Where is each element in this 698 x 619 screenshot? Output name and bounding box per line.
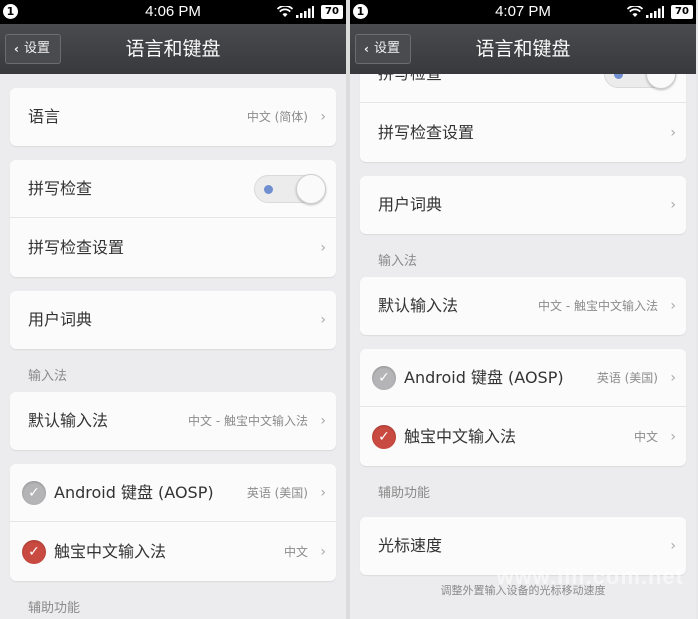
ime-aosp-row[interactable]: ✓ Android 键盘 (AOSP) 英语 (美国) ›: [360, 349, 686, 407]
default-ime-card: 默认输入法 中文 - 触宝中文输入法 ›: [10, 392, 336, 450]
spell-card: 拼写检查 拼写检查设置 ›: [360, 74, 686, 162]
user-dict-card: 用户词典 ›: [10, 291, 336, 349]
ime-list-card: ✓ Android 键盘 (AOSP) 英语 (美国) › ✓ 触宝中文输入法 …: [10, 464, 336, 581]
ime-chubao-row[interactable]: ✓ 触宝中文输入法 中文 ›: [10, 523, 336, 581]
spell-settings-label: 拼写检查设置: [28, 238, 125, 257]
spell-card: 拼写检查 拼写检查设置 ›: [10, 160, 336, 277]
chevron-right-icon: ›: [670, 125, 676, 141]
spell-check-label: 拼写检查: [378, 74, 442, 103]
signal-icon: [646, 6, 664, 18]
spell-check-toggle[interactable]: [254, 174, 326, 204]
checkmark-icon[interactable]: ✓: [372, 366, 396, 390]
ime-chubao-value: 中文: [283, 545, 308, 559]
chevron-right-icon: ›: [320, 413, 326, 429]
chevron-right-icon: ›: [320, 485, 326, 501]
status-time: 4:07 PM: [495, 3, 551, 20]
chevron-right-icon: ›: [670, 197, 676, 213]
default-ime-card: 默认输入法 中文 - 触宝中文输入法 ›: [360, 277, 686, 335]
wifi-icon: [277, 6, 293, 17]
spell-check-toggle[interactable]: [604, 74, 676, 89]
spell-settings-row[interactable]: 拼写检查设置 ›: [10, 219, 336, 277]
page-title: 语言和键盘: [475, 38, 571, 60]
chevron-right-icon: ›: [320, 240, 326, 256]
default-ime-value: 中文 - 触宝中文输入法: [538, 299, 658, 313]
ime-section-header: 输入法: [28, 369, 68, 384]
ime-aosp-row[interactable]: ✓ Android 键盘 (AOSP) 英语 (美国) ›: [10, 464, 336, 522]
wifi-icon: [627, 6, 643, 17]
chevron-right-icon: ›: [320, 312, 326, 328]
toggle-knob: [296, 174, 326, 204]
language-label: 语言: [28, 107, 61, 126]
default-ime-value: 中文 - 触宝中文输入法: [188, 414, 308, 428]
ime-section-header: 输入法: [378, 254, 418, 269]
default-ime-row[interactable]: 默认输入法 中文 - 触宝中文输入法 ›: [10, 392, 336, 450]
signal-icon: [296, 6, 314, 18]
user-dict-row[interactable]: 用户词典 ›: [10, 291, 336, 349]
toggle-indicator: [264, 185, 273, 194]
default-ime-row[interactable]: 默认输入法 中文 - 触宝中文输入法 ›: [360, 277, 686, 335]
spell-settings-label: 拼写检查设置: [378, 123, 475, 142]
status-bar: 1 4:07 PM 70: [350, 0, 696, 24]
ime-aosp-value: 英语 (美国): [596, 371, 658, 385]
language-value: 中文 (简体): [246, 110, 308, 124]
chevron-right-icon: ›: [670, 298, 676, 314]
screen-right: 1 4:07 PM 70 ‹ 设置 语言和键盘 拼写检查设置 › 用户词典 › …: [350, 0, 696, 619]
settings-list[interactable]: 拼写检查 拼写检查设置 › 用户词典 › 输入法: [350, 74, 696, 619]
checkmark-icon[interactable]: ✓: [22, 481, 46, 505]
title-bar: ‹ 设置 语言和键盘: [350, 24, 696, 74]
user-dict-card: 用户词典 ›: [360, 176, 686, 234]
spell-check-row[interactable]: 拼写检查: [10, 160, 336, 218]
chevron-right-icon: ›: [670, 429, 676, 445]
battery-icon: 70: [671, 5, 693, 19]
chevron-right-icon: ›: [670, 370, 676, 386]
ime-aosp-label: Android 键盘 (AOSP): [54, 483, 214, 502]
language-row[interactable]: 语言 中文 (简体) ›: [10, 88, 336, 146]
ime-aosp-label: Android 键盘 (AOSP): [404, 368, 564, 387]
default-ime-label: 默认输入法: [28, 411, 109, 430]
user-dict-label: 用户词典: [28, 310, 93, 329]
accessibility-section-header: 辅助功能: [378, 486, 431, 501]
battery-icon: 70: [321, 5, 343, 19]
default-ime-label: 默认输入法: [378, 296, 459, 315]
checkmark-icon[interactable]: ✓: [22, 540, 46, 564]
ime-aosp-value: 英语 (美国): [246, 486, 308, 500]
checkmark-icon[interactable]: ✓: [372, 425, 396, 449]
title-bar: ‹ 设置 语言和键盘: [0, 24, 346, 74]
cursor-speed-label: 光标速度: [378, 536, 443, 555]
accessibility-section-header: 辅助功能: [28, 601, 81, 616]
chevron-right-icon: ›: [320, 109, 326, 125]
ime-chubao-label: 触宝中文输入法: [404, 427, 517, 446]
spell-check-row[interactable]: 拼写检查: [360, 74, 686, 103]
status-bar: 1 4:06 PM 70: [0, 0, 346, 24]
chevron-right-icon: ›: [320, 544, 326, 560]
toggle-indicator: [614, 74, 623, 79]
watermark: www.iiii.com.net: [496, 564, 684, 589]
spell-check-label: 拼写检查: [28, 179, 93, 198]
user-dict-label: 用户词典: [378, 195, 443, 214]
spell-settings-row[interactable]: 拼写检查设置 ›: [360, 104, 686, 162]
ime-chubao-value: 中文: [633, 430, 658, 444]
ime-chubao-label: 触宝中文输入法: [54, 542, 167, 561]
ime-chubao-row[interactable]: ✓ 触宝中文输入法 中文 ›: [360, 408, 686, 466]
user-dict-row[interactable]: 用户词典 ›: [360, 176, 686, 234]
page-title: 语言和键盘: [125, 38, 221, 60]
toggle-knob: [646, 74, 676, 89]
screen-left: 1 4:06 PM 70 ‹ 设置 语言和键盘 语言 中文 (简体) › 拼写检…: [0, 0, 346, 619]
settings-list[interactable]: 语言 中文 (简体) › 拼写检查 拼写检查设置 › 用户词典 › 输入法 默认…: [0, 74, 346, 619]
language-card: 语言 中文 (简体) ›: [10, 88, 336, 146]
status-time: 4:06 PM: [145, 3, 201, 20]
ime-list-card: ✓ Android 键盘 (AOSP) 英语 (美国) › ✓ 触宝中文输入法 …: [360, 349, 686, 466]
